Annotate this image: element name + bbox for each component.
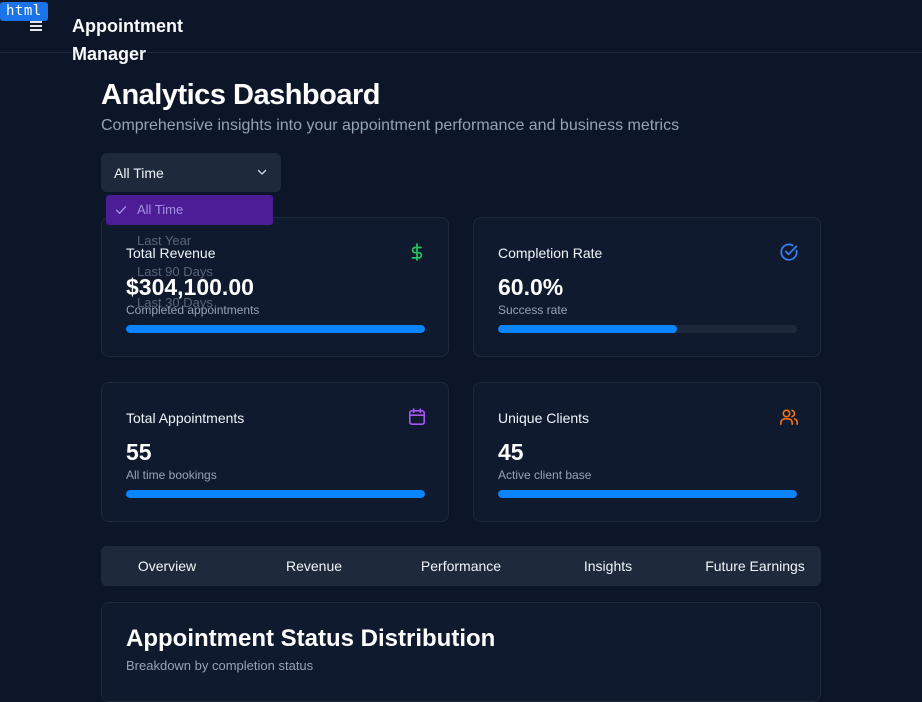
dropdown-option-label: Last 30 Days <box>137 295 213 310</box>
progress-bar <box>126 325 425 333</box>
status-distribution-card: Appointment Status Distribution Breakdow… <box>101 602 821 702</box>
chevron-down-icon <box>257 169 267 175</box>
calendar-icon <box>408 408 425 425</box>
time-range-dropdown: All Time Last Year Last 90 Days Last 30 … <box>101 190 279 316</box>
tab-future-earnings[interactable]: Future Earnings <box>695 546 815 586</box>
card-title: Unique Clients <box>498 410 590 426</box>
tab-insights[interactable]: Insights <box>558 546 658 586</box>
appointments-card: Total Appointments 55 All time bookings <box>101 382 449 522</box>
users-icon <box>780 409 798 425</box>
time-range-select-value: All Time <box>114 164 164 181</box>
progress-fill <box>126 490 425 498</box>
dollar-icon <box>411 243 423 261</box>
dropdown-option-last-30-days[interactable]: Last 30 Days <box>106 288 273 318</box>
tab-overview[interactable]: Overview <box>117 546 217 586</box>
check-icon <box>115 206 127 214</box>
card-title: Total Appointments <box>126 410 245 426</box>
card-subtitle: All time bookings <box>126 468 217 482</box>
progress-fill <box>498 325 678 333</box>
page-title: Analytics Dashboard <box>101 79 380 111</box>
progress-bar <box>498 325 797 333</box>
progress-bar <box>126 490 425 498</box>
clients-card: Unique Clients 45 Active client base <box>473 382 821 522</box>
menu-icon[interactable] <box>30 21 42 31</box>
progress-fill <box>126 325 425 333</box>
section-subtitle: Breakdown by completion status <box>126 658 314 673</box>
dropdown-option-label: Last 90 Days <box>137 264 213 279</box>
check-circle-icon <box>780 243 798 261</box>
dropdown-option-all-time[interactable]: All Time <box>106 195 273 225</box>
app-title: Appointment Manager <box>72 16 183 64</box>
section-title: Appointment Status Distribution <box>126 625 496 652</box>
analytics-tabs: Overview Revenue Performance Insights Fu… <box>101 546 821 586</box>
card-title: Completion Rate <box>498 245 603 261</box>
completion-rate-card: Completion Rate 60.0% Success rate <box>473 217 821 357</box>
page-subtitle: Comprehensive insights into your appoint… <box>101 117 680 134</box>
tab-performance[interactable]: Performance <box>406 546 516 586</box>
progress-fill <box>498 490 797 498</box>
card-value: 45 <box>498 439 524 465</box>
dropdown-option-label: All Time <box>137 202 184 217</box>
card-subtitle: Success rate <box>498 303 568 317</box>
card-value: 55 <box>126 439 152 465</box>
tab-revenue[interactable]: Revenue <box>264 546 364 586</box>
dropdown-option-last-year[interactable]: Last Year <box>106 226 273 256</box>
dropdown-option-label: Last Year <box>137 233 192 248</box>
card-subtitle: Active client base <box>498 468 592 482</box>
progress-bar <box>498 490 797 498</box>
html-badge: html <box>0 2 48 21</box>
dropdown-option-last-90-days[interactable]: Last 90 Days <box>106 257 273 287</box>
card-value: 60.0% <box>498 274 564 300</box>
time-range-select[interactable]: All Time <box>101 153 281 192</box>
